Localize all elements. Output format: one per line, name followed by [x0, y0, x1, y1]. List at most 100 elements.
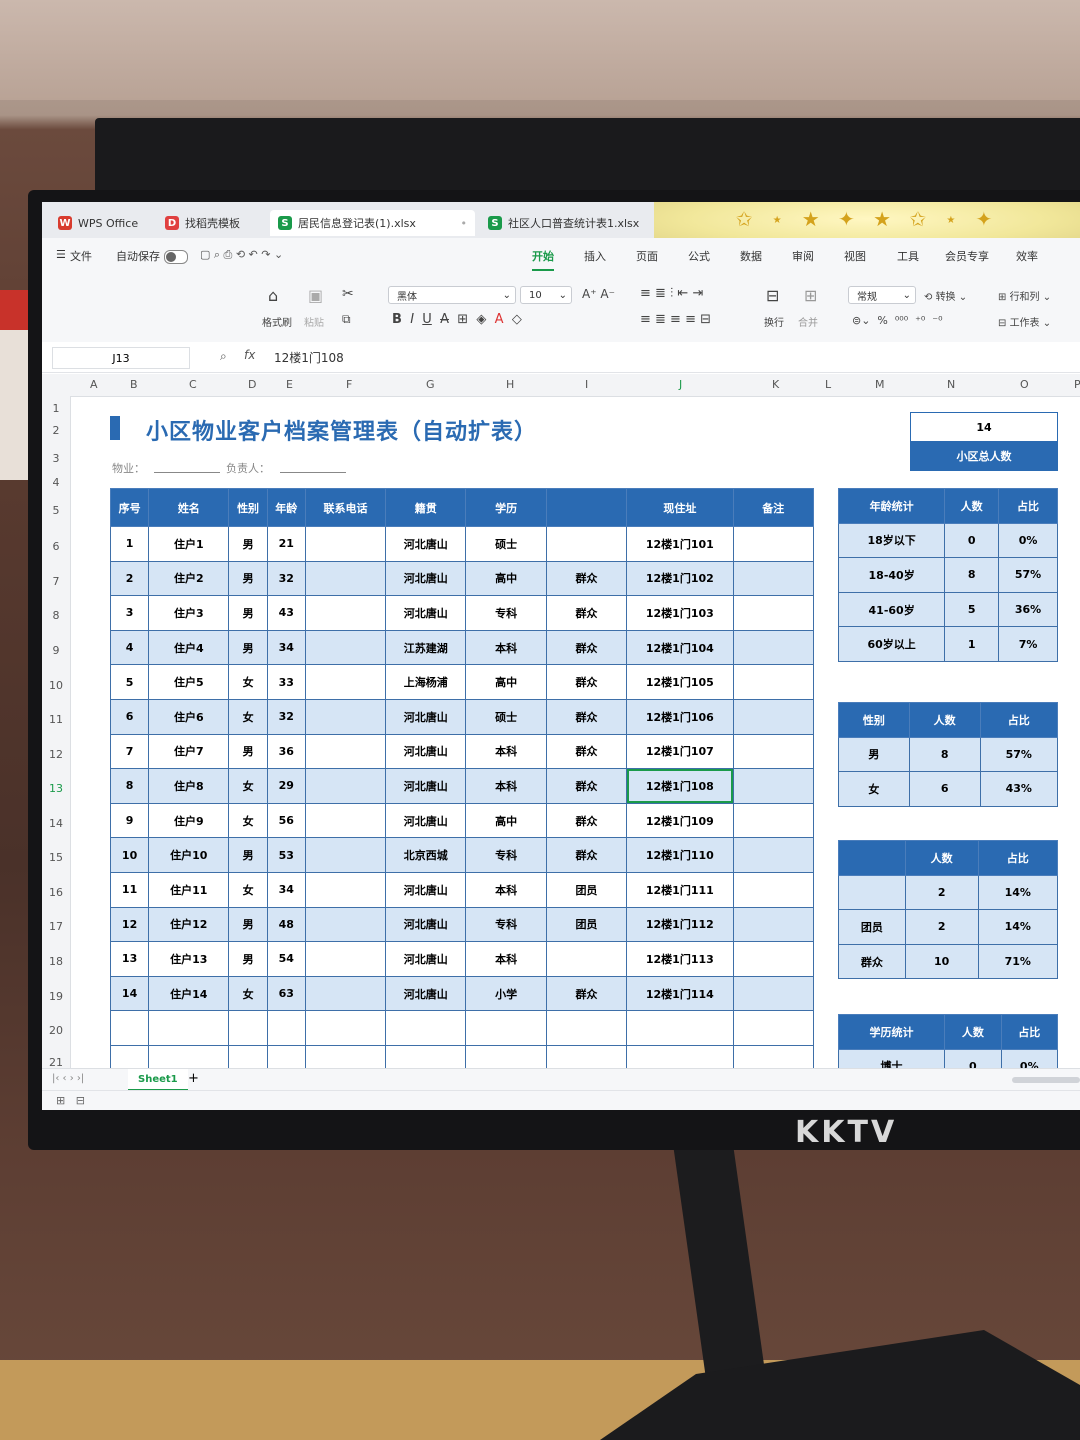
horizontal-scrollbar[interactable]	[1012, 1077, 1080, 1083]
align-horizontal-icons[interactable]: ≡ ≣ ≡ ≡ ⊟	[640, 312, 711, 327]
row-header-11[interactable]: 11	[42, 713, 70, 726]
table-cell[interactable]	[109, 1010, 150, 1046]
stats-cell[interactable]: 0%	[998, 522, 1058, 559]
row-header-17[interactable]: 17	[42, 920, 70, 933]
row-header-15[interactable]: 15	[42, 851, 70, 864]
column-header-F[interactable]: F	[346, 378, 352, 391]
stats-cell[interactable]: 41-60岁	[837, 591, 946, 628]
row-header-14[interactable]: 14	[42, 817, 70, 830]
table-cell[interactable]: 48	[266, 906, 306, 943]
column-header-A[interactable]: A	[90, 378, 98, 391]
wrap-button[interactable]: 换行	[764, 314, 784, 329]
table-cell[interactable]: 住户2	[148, 560, 230, 597]
table-cell[interactable]: 住户5	[148, 664, 230, 700]
table-cell[interactable]	[732, 526, 815, 562]
table-cell[interactable]	[385, 1010, 467, 1046]
table-cell[interactable]: 男	[228, 733, 268, 770]
table-cell[interactable]: 12楼1门113	[626, 941, 734, 977]
paste-icon[interactable]: ▣	[308, 286, 323, 305]
row-header-16[interactable]: 16	[42, 886, 70, 899]
table-cell[interactable]	[732, 595, 815, 631]
menu-formula[interactable]: 公式	[688, 248, 710, 264]
table-cell[interactable]: 女	[228, 975, 268, 1012]
table-cell[interactable]: 本科	[465, 941, 547, 977]
row-header-4[interactable]: 4	[42, 476, 70, 489]
copy-icon[interactable]: ⧉	[342, 312, 351, 327]
column-header-D[interactable]: D	[248, 378, 256, 391]
tab-docer[interactable]: D 找稻壳模板	[157, 210, 267, 236]
table-cell[interactable]	[732, 629, 815, 666]
table-cell[interactable]	[732, 802, 815, 839]
stats-cell[interactable]: 2	[904, 909, 979, 945]
table-cell[interactable]: 男	[228, 560, 268, 597]
table-cell[interactable]: 女	[228, 664, 268, 700]
stats-cell[interactable]: 8	[908, 736, 981, 773]
table-cell[interactable]	[304, 664, 387, 700]
stats-cell[interactable]: 群众	[838, 943, 906, 980]
table-cell[interactable]: 住户8	[148, 768, 230, 804]
table-cell[interactable]: 男	[228, 629, 268, 666]
table-cell[interactable]	[304, 733, 387, 770]
menu-efficiency[interactable]: 效率	[1016, 248, 1038, 264]
table-cell[interactable]	[545, 1044, 628, 1068]
table-cell[interactable]: 北京西城	[385, 837, 467, 873]
table-cell[interactable]: 专科	[465, 906, 547, 943]
stats-cell[interactable]: 团员	[838, 909, 906, 945]
table-cell[interactable]: 12楼1门104	[626, 629, 734, 666]
column-header-H[interactable]: H	[506, 378, 514, 391]
row-header-19[interactable]: 19	[42, 990, 70, 1003]
rows-cols-button[interactable]: ⊞ 行和列 ⌄	[998, 288, 1051, 303]
convert-button[interactable]: ⟲ 转换 ⌄	[924, 288, 967, 303]
stats-cell[interactable]: 0	[944, 1048, 1002, 1068]
table-cell[interactable]: 河北唐山	[385, 526, 467, 562]
table-cell[interactable]: 住户11	[148, 871, 230, 908]
table-cell[interactable]: 7	[109, 733, 150, 770]
table-cell[interactable]	[732, 871, 815, 908]
table-cell[interactable]: 住户13	[148, 941, 230, 977]
table-cell[interactable]	[304, 768, 387, 804]
row-header-7[interactable]: 7	[42, 575, 70, 588]
table-cell[interactable]	[266, 1010, 306, 1046]
table-cell[interactable]: 32	[266, 560, 306, 597]
table-cell[interactable]	[304, 526, 387, 562]
table-cell[interactable]: 12楼1门106	[626, 698, 734, 735]
table-cell[interactable]	[545, 526, 628, 562]
cut-icon[interactable]: ✂	[342, 286, 354, 302]
table-cell[interactable]: 29	[266, 768, 306, 804]
table-cell[interactable]: 硕士	[465, 698, 547, 735]
table-cell[interactable]	[732, 664, 815, 700]
stats-cell[interactable]: 36%	[998, 591, 1058, 628]
table-cell[interactable]: 河北唐山	[385, 941, 467, 977]
table-cell[interactable]	[465, 1010, 547, 1046]
table-cell[interactable]: 团员	[545, 871, 628, 908]
number-format-icons[interactable]: ⊜⌄ % ⁰⁰⁰ ⁺⁰ ⁻⁰	[852, 314, 943, 327]
menu-review[interactable]: 审阅	[792, 248, 814, 264]
menu-insert[interactable]: 插入	[584, 248, 606, 264]
column-header-K[interactable]: K	[772, 378, 779, 391]
format-painter-icon[interactable]: ⌂	[268, 286, 278, 305]
stats-cell[interactable]: 2	[904, 874, 979, 911]
table-cell[interactable]	[304, 1044, 387, 1068]
table-cell[interactable]: 高中	[465, 664, 547, 700]
menu-member[interactable]: 会员专享	[945, 248, 989, 264]
column-header-I[interactable]: I	[585, 378, 588, 391]
table-cell[interactable]: 女	[228, 871, 268, 908]
table-cell[interactable]	[732, 906, 815, 943]
table-cell[interactable]	[732, 733, 815, 770]
table-cell[interactable]: 12	[109, 906, 150, 943]
fx-icon[interactable]: fx	[244, 348, 255, 362]
table-cell[interactable]: 34	[266, 871, 306, 908]
table-cell[interactable]: 12楼1门101	[626, 526, 734, 562]
table-cell[interactable]: 12楼1门102	[626, 560, 734, 597]
table-cell[interactable]	[732, 941, 815, 977]
table-cell[interactable]: 8	[109, 768, 150, 804]
row-header-5[interactable]: 5	[42, 504, 70, 517]
table-cell[interactable]: 56	[266, 802, 306, 839]
table-cell[interactable]: 住户4	[148, 629, 230, 666]
stats-cell[interactable]: 14%	[977, 909, 1058, 945]
table-cell[interactable]	[626, 1044, 734, 1068]
stats-cell[interactable]: 18岁以下	[837, 522, 946, 559]
table-cell[interactable]	[228, 1010, 268, 1046]
row-header-9[interactable]: 9	[42, 644, 70, 657]
table-cell[interactable]: 男	[228, 526, 268, 562]
